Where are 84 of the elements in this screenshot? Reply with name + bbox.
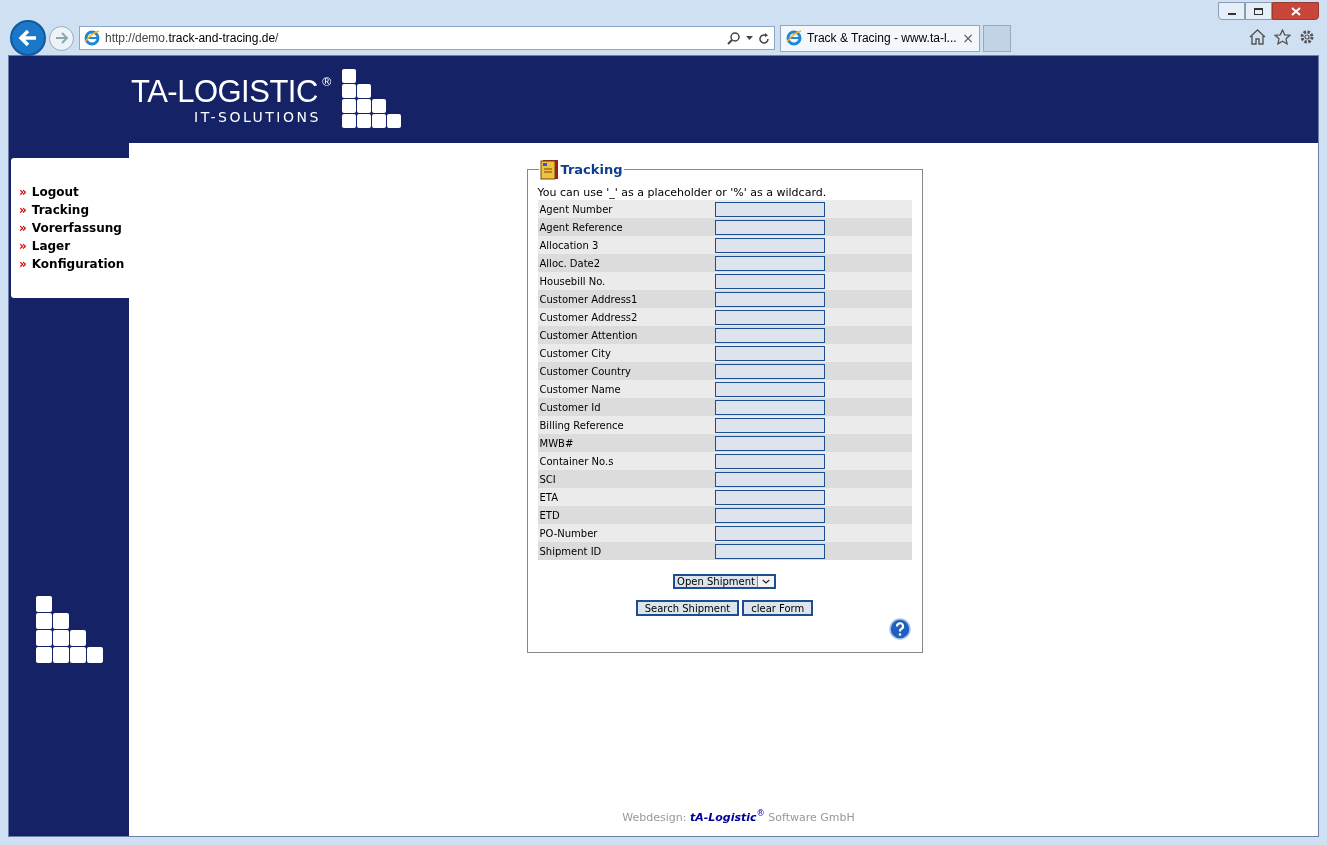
input-field[interactable]	[714, 363, 825, 379]
back-button[interactable]	[10, 20, 46, 56]
caret-icon[interactable]	[746, 35, 753, 41]
field-label: ETD	[538, 508, 561, 523]
field-label: Customer Address1	[538, 292, 639, 307]
close-button[interactable]	[1272, 2, 1319, 20]
input-field[interactable]	[714, 255, 825, 271]
logo-blocks-icon	[341, 68, 402, 129]
address-bar[interactable]: http://demo.track-and-tracing.de/	[79, 26, 775, 50]
form-button[interactable]: Search Shipment	[635, 600, 740, 616]
input-field[interactable]	[714, 219, 825, 235]
field-label: Agent Number	[538, 202, 614, 217]
menu-link[interactable]: Logout	[31, 185, 79, 200]
logo-blocks-icon	[36, 596, 106, 664]
footer-credit: Webdesign: tA-Logistic$^{®}$ Software GmbH	[622, 809, 855, 826]
field-label: Customer Name	[538, 382, 622, 397]
input-field[interactable]	[714, 399, 825, 415]
binder-icon	[539, 159, 560, 180]
star-icon[interactable]	[1274, 29, 1291, 45]
bullet-marker: »	[19, 185, 27, 200]
input-field[interactable]	[714, 543, 825, 559]
menu-link[interactable]: Konfiguration	[31, 257, 125, 272]
input-field[interactable]	[714, 237, 825, 253]
input-field[interactable]	[714, 471, 825, 487]
field-label: Housebill No.	[538, 274, 607, 289]
field-label: Alloc. Date2	[538, 256, 602, 271]
logo-subtitle: IT-SOLUTIONS	[194, 109, 321, 124]
input-field[interactable]	[714, 291, 825, 307]
field-label: Customer Address2	[538, 310, 639, 325]
browser-tab[interactable]: Track & Tracing - www.ta-l... ×	[780, 24, 980, 52]
field-label: PO-Number	[538, 526, 599, 541]
browser-logo-icon	[84, 30, 100, 46]
settings-icon[interactable]	[1299, 29, 1315, 45]
field-label: MWB#	[538, 436, 575, 451]
registered-mark: ®	[320, 75, 333, 88]
field-label: Customer City	[538, 346, 612, 361]
input-field[interactable]	[714, 435, 825, 451]
bullet-marker: »	[19, 221, 27, 236]
input-field[interactable]	[714, 381, 825, 397]
close-icon	[1290, 6, 1301, 16]
field-label: ETA	[538, 490, 559, 505]
bullet-marker: »	[19, 257, 27, 272]
help-icon[interactable]	[888, 618, 911, 640]
search-icon[interactable]	[727, 31, 741, 45]
field-label: Customer Attention	[538, 328, 639, 343]
url-text: http://demo.track-and-tracing.de/	[105, 30, 280, 47]
form-title: Tracking	[560, 160, 623, 179]
menu-link[interactable]: Vorerfassung	[31, 221, 122, 236]
bullet-marker: »	[19, 203, 27, 218]
arrow-right-icon	[54, 32, 69, 44]
field-label: Billing Reference	[538, 418, 625, 433]
field-label: Customer Id	[538, 400, 602, 415]
field-label: Allocation 3	[538, 238, 600, 253]
tab-title: Track & Tracing - www.ta-l...	[807, 30, 958, 47]
menu-link[interactable]: Lager	[31, 239, 71, 254]
input-field[interactable]	[714, 345, 825, 361]
browser-logo-icon	[786, 30, 802, 46]
input-field[interactable]	[714, 525, 825, 541]
hint-text: You can use '_' as a placeholder or '%' as a wildcard.	[537, 186, 828, 200]
input-field[interactable]	[714, 453, 825, 469]
input-field[interactable]	[714, 309, 825, 325]
logo-text: TA-LOGISTIC	[131, 75, 318, 107]
input-field[interactable]	[714, 417, 825, 433]
input-field[interactable]	[714, 489, 825, 505]
field-label: Container No.s	[538, 454, 615, 469]
field-label: Customer Country	[538, 364, 632, 379]
close-tab-button[interactable]: ×	[962, 27, 974, 49]
input-field[interactable]	[714, 201, 825, 217]
bullet-marker: »	[19, 239, 27, 254]
maximize-button[interactable]	[1245, 2, 1272, 20]
minimize-button[interactable]	[1218, 2, 1245, 20]
shipment-dropdown[interactable]: Open Shipment	[673, 574, 776, 589]
menu-link[interactable]: Tracking	[31, 203, 89, 218]
field-label: Agent Reference	[538, 220, 624, 235]
field-label: SCI	[538, 472, 557, 487]
input-field[interactable]	[714, 273, 825, 289]
form-button[interactable]: clear Form	[742, 600, 814, 616]
input-field[interactable]	[714, 507, 825, 523]
chevron-icon	[756, 576, 774, 587]
input-field[interactable]	[714, 327, 825, 343]
arrow-left-icon	[18, 29, 38, 47]
home-icon[interactable]	[1249, 29, 1266, 45]
refresh-icon[interactable]	[758, 31, 770, 45]
field-label: Shipment ID	[538, 544, 603, 559]
